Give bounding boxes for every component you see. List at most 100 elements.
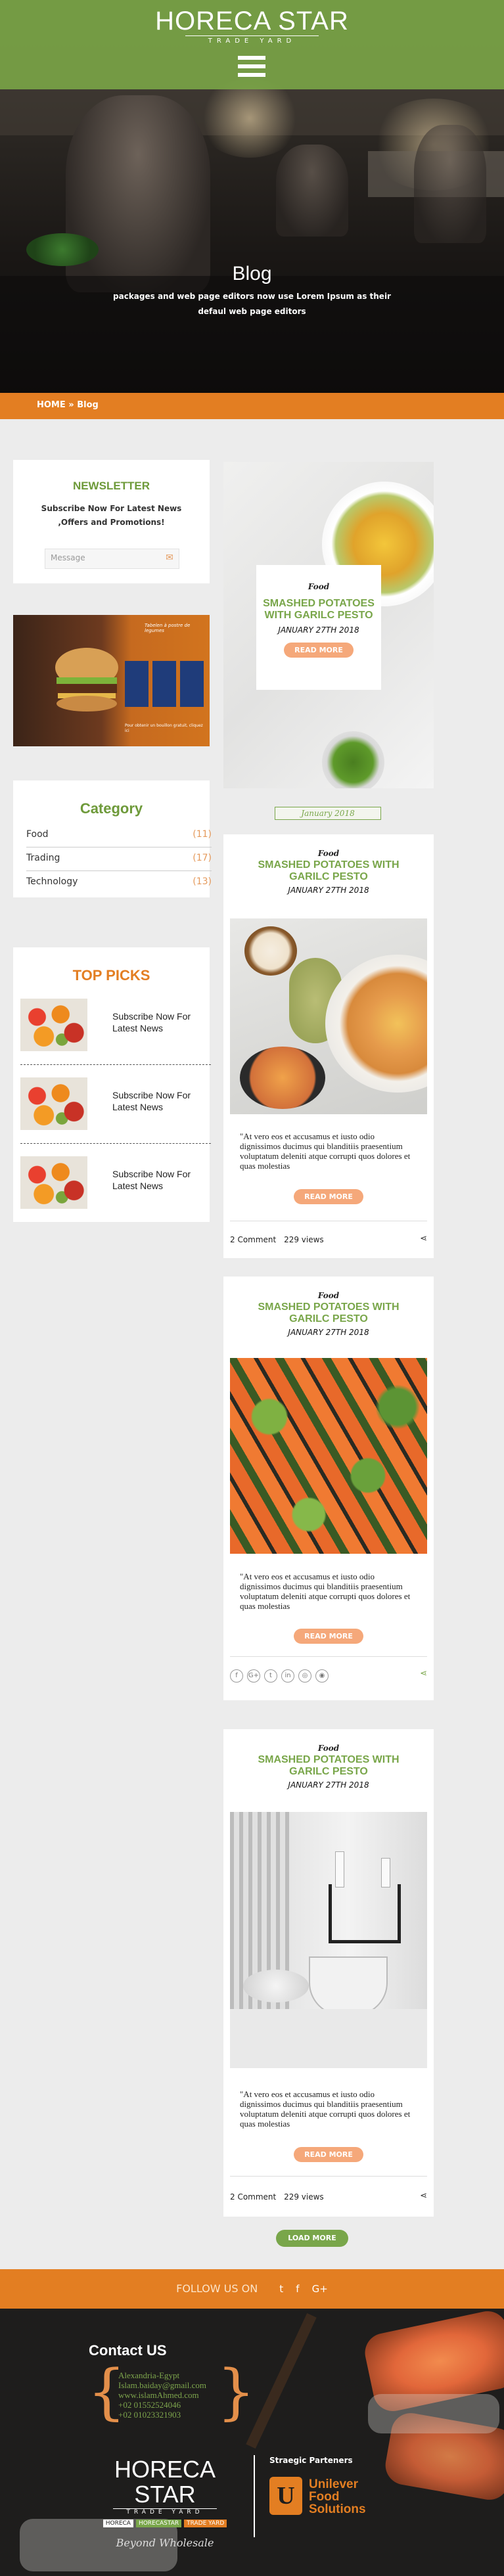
partner-name-line: Solutions bbox=[309, 2502, 366, 2516]
comment-count[interactable]: 2 Comment bbox=[230, 2192, 276, 2202]
contact-address: Alexandria-Egypt bbox=[118, 2370, 180, 2380]
envelope-icon[interactable]: ✉ bbox=[163, 553, 176, 566]
top-pick-item[interactable]: Subscribe Now For Latest News bbox=[20, 1064, 211, 1130]
share-icon[interactable]: ⋖ bbox=[420, 2191, 427, 2201]
post-title[interactable]: SMASHED POTATOES WITH GARILC PESTO bbox=[223, 859, 434, 883]
top-pick-item[interactable]: Subscribe Now For Latest News bbox=[20, 985, 211, 1051]
contact-phone[interactable]: +02 01552524046 bbox=[118, 2400, 237, 2410]
twitter-icon[interactable]: t bbox=[279, 2283, 283, 2295]
logo-tag: TRADE YARD bbox=[184, 2520, 227, 2527]
top-pick-item[interactable]: Subscribe Now For Latest News bbox=[20, 1143, 211, 1209]
logo-sub-text: TRADE YARD bbox=[185, 35, 319, 45]
view-count: 229 views bbox=[284, 1235, 324, 1244]
post-title[interactable]: SMASHED POTATOES WITH GARILC PESTO bbox=[223, 1754, 434, 1778]
post-title[interactable]: SMASHED POTATOES WITH GARILC PESTO bbox=[256, 598, 381, 621]
post-image[interactable] bbox=[230, 1812, 427, 2068]
post-tag: Food bbox=[317, 1744, 340, 1753]
footer-logo-sub: TRADE YARD bbox=[113, 2508, 217, 2516]
partner-name-line: Food bbox=[309, 2490, 340, 2504]
twitter-icon[interactable]: t bbox=[264, 1669, 277, 1683]
follow-us-bar: FOLLOW US ON t f G+ bbox=[0, 2269, 504, 2309]
footer bbox=[0, 2309, 504, 2576]
top-pick-text: Subscribe Now For Latest News bbox=[112, 1090, 191, 1112]
view-count: 229 views bbox=[284, 2192, 324, 2202]
logo-tag: HORECA bbox=[103, 2520, 133, 2527]
share-icon[interactable]: ⋖ bbox=[420, 1234, 427, 1244]
footer-logo-main: HORECA STAR bbox=[114, 2456, 216, 2508]
facebook-icon[interactable]: f bbox=[230, 1669, 243, 1683]
facebook-icon[interactable]: f bbox=[296, 2283, 299, 2295]
partner-name-line: Unilever bbox=[309, 2477, 358, 2491]
contact-website[interactable]: www.islamAhmed.com bbox=[118, 2390, 237, 2400]
follow-us-label: FOLLOW US ON bbox=[176, 2282, 258, 2295]
partner-logo-unilever[interactable]: U Unilever Food Solutions bbox=[269, 2477, 381, 2516]
post-image[interactable] bbox=[230, 1358, 427, 1554]
share-icon[interactable]: ⋖ bbox=[420, 1669, 427, 1679]
contact-email[interactable]: Islam.baiday@gmail.com bbox=[118, 2380, 237, 2390]
fruit-thumbnail bbox=[20, 999, 87, 1051]
newsletter-message-input[interactable]: Message bbox=[45, 549, 179, 569]
google-plus-icon[interactable]: G+ bbox=[312, 2283, 328, 2295]
promo-caption-top: Tabelen à postre de legumes bbox=[145, 623, 191, 633]
post-tag: Food bbox=[308, 582, 330, 591]
newsletter-title: NEWSLETTER bbox=[72, 480, 150, 492]
read-more-button[interactable]: READ MORE bbox=[284, 643, 354, 658]
read-more-button[interactable]: READ MORE bbox=[294, 1629, 363, 1644]
top-pick-text: Subscribe Now For Latest News bbox=[112, 1169, 191, 1191]
post-tag: Food bbox=[317, 849, 340, 858]
burger-image bbox=[55, 648, 118, 712]
category-label: Food bbox=[26, 829, 49, 840]
post-image[interactable] bbox=[230, 918, 427, 1114]
post-excerpt: "At vero eos et accusamus et iusto odio … bbox=[240, 2089, 411, 2129]
blog-post-card: Food SMASHED POTATOES WITH GARILC PESTO … bbox=[223, 1729, 434, 2217]
blog-page: HORECA STAR TRADE YARD Blog packages and… bbox=[0, 0, 504, 2576]
google-plus-icon[interactable]: G+ bbox=[247, 1669, 260, 1683]
post-date: JANUARY 27TH 2018 bbox=[288, 1780, 369, 1790]
social-share-row: f G+ t in ◎ ◉ bbox=[230, 1667, 332, 1683]
promo-banner[interactable]: Tabelen à postre de legumes Pour obtenir… bbox=[13, 615, 210, 746]
contact-phone[interactable]: +02 01023321903 bbox=[118, 2410, 237, 2420]
partners-title: Straegic Parteners bbox=[269, 2456, 353, 2465]
newsletter-box: NEWSLETTER Subscribe Now For Latest News… bbox=[13, 460, 210, 583]
logo-tag: HORECASTAR bbox=[135, 2520, 182, 2527]
category-item-food[interactable]: Food (11) bbox=[26, 825, 212, 847]
contact-info: Alexandria-Egypt Islam.baiday@gmail.com … bbox=[118, 2370, 237, 2420]
load-more-button[interactable]: LOAD MORE bbox=[276, 2230, 348, 2247]
linkedin-icon[interactable]: in bbox=[281, 1669, 294, 1683]
post-title[interactable]: SMASHED POTATOES WITH GARILC PESTO bbox=[223, 1301, 434, 1325]
read-more-button[interactable]: READ MORE bbox=[294, 2147, 363, 2162]
post-date: JANUARY 27TH 2018 bbox=[278, 625, 359, 635]
page-subtitle: packages and web page editors now use Lo… bbox=[113, 292, 391, 316]
hamburger-icon[interactable] bbox=[238, 56, 265, 82]
post-excerpt: "At vero eos et accusamus et iusto odio … bbox=[240, 1571, 411, 1611]
comment-count[interactable]: 2 Comment bbox=[230, 1235, 276, 1244]
post-excerpt: "At vero eos et accusamus et iusto odio … bbox=[240, 1131, 411, 1171]
breadcrumb-home-link[interactable]: HOME bbox=[37, 400, 66, 410]
category-item-technology[interactable]: Technology (13) bbox=[26, 872, 212, 895]
category-item-trading[interactable]: Trading (17) bbox=[26, 849, 212, 871]
category-count: (17) bbox=[193, 853, 212, 863]
footer-divider bbox=[254, 2455, 255, 2537]
blog-post-card: Food SMASHED POTATOES WITH GARILC PESTO … bbox=[223, 834, 434, 1258]
page-title: Blog bbox=[232, 263, 272, 284]
instagram-icon[interactable]: ◎ bbox=[298, 1669, 311, 1683]
footer-logo[interactable]: HORECA STAR TRADE YARD HORECA HORECASTAR T… bbox=[87, 2457, 243, 2549]
archive-date-badge[interactable]: January 2018 bbox=[275, 807, 381, 820]
featured-post: Food SMASHED POTATOES WITH GARILC PESTO … bbox=[223, 462, 434, 788]
top-header-bar: HORECA STAR TRADE YARD bbox=[0, 0, 504, 89]
category-label: Technology bbox=[26, 876, 78, 887]
post-tag: Food bbox=[317, 1291, 340, 1300]
read-more-button[interactable]: READ MORE bbox=[294, 1189, 363, 1204]
breadcrumb-separator: » bbox=[68, 400, 74, 410]
site-logo[interactable]: HORECA STAR TRADE YARD bbox=[146, 8, 358, 45]
rss-icon[interactable]: ◉ bbox=[315, 1669, 329, 1683]
breadcrumb-current: Blog bbox=[77, 400, 99, 410]
category-label: Trading bbox=[26, 853, 60, 863]
top-picks-title: TOP PICKS bbox=[72, 967, 150, 983]
post-date: JANUARY 27TH 2018 bbox=[288, 886, 369, 895]
unilever-icon: U bbox=[269, 2477, 302, 2515]
footer-slogan: Beyond Wholesale bbox=[116, 2537, 214, 2549]
fruit-thumbnail bbox=[20, 1156, 87, 1209]
featured-card: Food SMASHED POTATOES WITH GARILC PESTO … bbox=[256, 565, 381, 690]
category-count: (13) bbox=[193, 876, 212, 887]
